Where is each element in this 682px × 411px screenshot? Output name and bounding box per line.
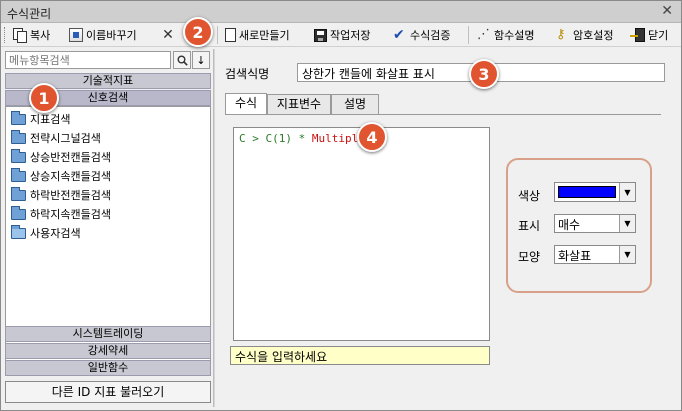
save-label: 작업저장 <box>330 29 371 42</box>
copy-button[interactable]: 복사 <box>13 26 50 44</box>
display-select[interactable]: 매수 ▼ <box>554 214 636 233</box>
shape-select[interactable]: 화살표 ▼ <box>554 245 636 264</box>
load-other-id-button[interactable]: 다른 ID 지표 불러오기 <box>5 381 211 403</box>
delete-button[interactable]: ✕ <box>161 26 175 44</box>
tree-item[interactable]: 전략시그널검색 <box>11 129 101 147</box>
checkmark-icon: ✔ <box>393 27 405 43</box>
menu-search-input[interactable] <box>5 51 171 69</box>
rename-icon <box>69 28 83 42</box>
callout-badge-1: 1 <box>29 83 59 113</box>
delete-x-icon: ✕ <box>162 27 174 43</box>
new-button[interactable]: 새로만들기 <box>225 26 290 44</box>
window-title: 수식관리 <box>7 7 52 21</box>
folder-icon <box>11 129 26 144</box>
copy-label: 복사 <box>30 29 51 42</box>
new-document-icon <box>225 28 236 42</box>
tree-item-label: 하락반전캔들검색 <box>30 189 111 202</box>
key-icon: ⚷ <box>556 27 566 42</box>
formula-operator: * <box>298 132 312 145</box>
formula-manager-window: 수식관리 ✕ 복사 이름바꾸기 ✕ 새로만들기 작업저장 ✔ 수식검증 ⋰ 함수… <box>0 0 682 411</box>
search-icon[interactable] <box>173 51 191 69</box>
category-system-trading[interactable]: 시스템트레이딩 <box>5 326 211 342</box>
callout-badge-2: 2 <box>183 17 213 47</box>
sort-down-button[interactable]: ↓ <box>192 51 210 69</box>
color-label: 색상 <box>518 189 541 203</box>
tree-item-label: 지표검색 <box>30 113 71 126</box>
formula-condition: C > C(1) <box>239 132 299 145</box>
folder-icon <box>11 186 26 201</box>
category-general-functions[interactable]: 일반함수 <box>5 360 211 376</box>
tab-description[interactable]: 설명 <box>331 94 379 114</box>
shape-value: 화살표 <box>558 249 592 263</box>
save-icon <box>314 28 327 42</box>
rename-label: 이름바꾸기 <box>86 29 137 42</box>
exit-button[interactable]: 닫기 <box>630 26 669 44</box>
formula-hint: 수식을 입력하세요 <box>230 346 490 365</box>
password-button[interactable]: ⚷ 암호설정 <box>556 26 613 44</box>
tab-indicator-variables[interactable]: 지표변수 <box>267 94 331 114</box>
password-label: 암호설정 <box>573 29 614 42</box>
tree-item[interactable]: 하락반전캔들검색 <box>11 186 111 204</box>
callout-badge-4: 4 <box>357 122 387 152</box>
tree-item[interactable]: 사용자검색 <box>11 224 81 242</box>
chevron-down-icon: ▼ <box>619 183 635 201</box>
close-icon[interactable]: ✕ <box>661 3 673 19</box>
color-swatch <box>558 186 616 198</box>
tree-item-label: 상승지속캔들검색 <box>30 170 111 183</box>
tree-item-label: 사용자검색 <box>30 227 81 240</box>
formula-editor[interactable]: C > C(1) * Multiple <box>233 127 490 341</box>
toolbar-separator <box>468 26 469 44</box>
tree-item-label: 상승반전캔들검색 <box>30 151 111 164</box>
magic-wand-icon: ⋰ <box>477 27 490 42</box>
panel-splitter[interactable] <box>213 49 215 407</box>
toolbar: 복사 이름바꾸기 ✕ 새로만들기 작업저장 ✔ 수식검증 ⋰ 함수설명 ⚷ 암호… <box>1 23 681 47</box>
folder-icon <box>11 205 26 220</box>
title-bar: 수식관리 ✕ <box>1 1 681 23</box>
folder-icon <box>11 110 26 125</box>
color-picker[interactable]: ▼ <box>554 182 636 202</box>
toolbar-grip[interactable] <box>4 27 7 43</box>
exit-label: 닫기 <box>648 29 669 42</box>
rename-button[interactable]: 이름바꾸기 <box>69 26 137 44</box>
new-label: 새로만들기 <box>239 29 290 42</box>
callout-badge-3: 3 <box>469 59 499 89</box>
category-bull-bear[interactable]: 강세약세 <box>5 343 211 359</box>
display-label: 표시 <box>518 219 541 233</box>
tree-item[interactable]: 상승지속캔들검색 <box>11 167 111 185</box>
tree-item[interactable]: 하락지속캔들검색 <box>11 205 111 223</box>
copy-icon <box>13 28 27 43</box>
function-description-label: 함수설명 <box>494 29 535 42</box>
tree-item[interactable]: 상승반전캔들검색 <box>11 148 111 166</box>
verify-button[interactable]: ✔ 수식검증 <box>393 26 450 44</box>
open-folder-icon <box>11 224 26 239</box>
tab-formula[interactable]: 수식 <box>225 93 267 114</box>
verify-label: 수식검증 <box>410 29 451 42</box>
folder-icon <box>11 148 26 163</box>
chevron-down-icon: ▼ <box>619 246 635 263</box>
folder-icon <box>11 167 26 182</box>
save-button[interactable]: 작업저장 <box>314 26 370 44</box>
shape-label: 모양 <box>518 250 541 264</box>
display-settings-group: 색상 ▼ 표시 매수 ▼ 모양 화살표 ▼ <box>506 158 652 293</box>
function-description-button[interactable]: ⋰ 함수설명 <box>477 26 534 44</box>
display-value: 매수 <box>558 218 581 232</box>
formula-name-label: 검색식명 <box>225 67 270 81</box>
tree-item-label: 전략시그널검색 <box>30 132 101 145</box>
exit-door-icon <box>630 28 645 42</box>
toolbar-separator <box>217 26 218 44</box>
chevron-down-icon: ▼ <box>619 215 635 232</box>
tree-item-label: 하락지속캔들검색 <box>30 208 111 221</box>
menu-search-row: ↓ <box>5 51 211 69</box>
